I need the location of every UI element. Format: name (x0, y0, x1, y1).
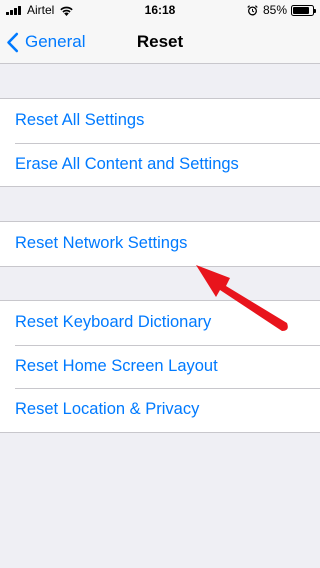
battery-percent: 85% (262, 3, 287, 17)
reset-screen: Airtel 16:18 85% General Reset Reset All… (0, 0, 320, 568)
status-right: 85% (247, 3, 316, 17)
navigation-bar: General Reset (0, 20, 320, 64)
reset-location-privacy-cell[interactable]: Reset Location & Privacy (0, 388, 320, 432)
alarm-icon (247, 4, 258, 15)
status-bar: Airtel 16:18 85% (0, 0, 320, 20)
chevron-left-icon (7, 32, 19, 52)
reset-group-1: Reset All Settings Erase All Content and… (0, 98, 320, 187)
reset-all-settings-cell[interactable]: Reset All Settings (0, 99, 320, 143)
back-button-label: General (25, 32, 86, 51)
erase-all-content-cell[interactable]: Erase All Content and Settings (0, 142, 320, 187)
red-arrow-icon (196, 265, 288, 331)
battery-icon (291, 4, 316, 16)
back-button[interactable]: General (6, 20, 85, 64)
reset-home-screen-layout-cell[interactable]: Reset Home Screen Layout (0, 344, 320, 389)
battery-fill (293, 6, 310, 14)
